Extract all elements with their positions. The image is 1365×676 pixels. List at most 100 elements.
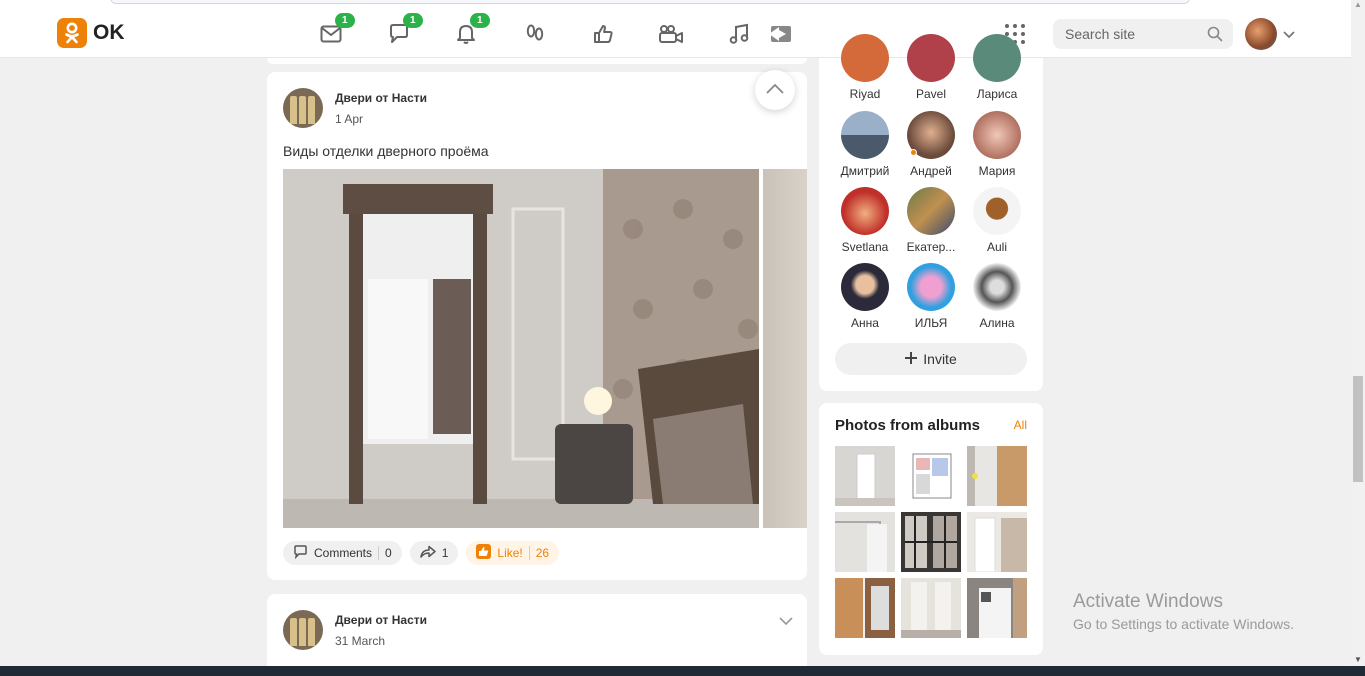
windows-taskbar [0, 666, 1365, 676]
post-actions: Comments 0 1 Like! 26 [283, 541, 560, 565]
album-thumb[interactable] [901, 446, 961, 506]
comment-icon [293, 544, 308, 562]
top-header: OK 1 1 1 [0, 8, 1351, 58]
user-avatar[interactable] [1245, 18, 1277, 50]
friend-avatar [907, 34, 955, 82]
scroll-down-arrow-icon[interactable]: ▼ [1354, 655, 1362, 664]
friend-item[interactable]: Дмитрий [832, 111, 898, 178]
friend-name: Андрей [910, 164, 952, 178]
feed-post: Двери от Насти 31 March [267, 594, 807, 674]
online-indicator [910, 149, 917, 156]
friend-avatar [907, 111, 955, 159]
friend-name: Дмитрий [840, 164, 890, 178]
album-thumb[interactable] [835, 446, 895, 506]
guests-icon[interactable] [521, 20, 549, 48]
albums-all-link[interactable]: All [1014, 418, 1027, 432]
friend-item[interactable]: ИЛЬЯ [898, 263, 964, 330]
friend-name: Алина [979, 316, 1015, 330]
author-avatar[interactable] [283, 610, 323, 650]
activate-subtitle: Go to Settings to activate Windows. [1073, 616, 1294, 632]
friend-item[interactable]: Auli [964, 187, 1030, 254]
comments-label: Comments [314, 546, 373, 560]
friend-avatar [907, 187, 955, 235]
chevron-down-icon[interactable] [1283, 26, 1295, 44]
friend-item[interactable]: Pavel [898, 34, 964, 101]
collapse-button[interactable] [755, 70, 795, 110]
album-thumb[interactable] [835, 512, 895, 572]
share-button[interactable]: 1 [409, 541, 459, 565]
friend-item[interactable]: Анна [832, 263, 898, 330]
friend-name: Екатер... [906, 240, 956, 254]
previous-post-bottom [267, 58, 807, 64]
friend-name: Svetlana [841, 240, 889, 254]
messages-icon[interactable]: 1 [317, 13, 355, 48]
friend-name: Pavel [915, 87, 947, 101]
post-author[interactable]: Двери от Насти [335, 91, 427, 105]
author-avatar[interactable] [283, 88, 323, 128]
friend-name: ИЛЬЯ [914, 316, 948, 330]
post-date[interactable]: 1 Apr [335, 112, 363, 126]
friend-item[interactable]: Андрей [898, 111, 964, 178]
friend-item[interactable]: Лариса [964, 34, 1030, 101]
friend-item[interactable]: Екатер... [898, 187, 964, 254]
video-icon[interactable] [657, 20, 685, 48]
notifications-badge: 1 [470, 13, 490, 28]
friend-item[interactable]: Мария [964, 111, 1030, 178]
plus-icon [905, 351, 918, 367]
like-label: Like! [497, 546, 523, 560]
discussions-badge: 1 [403, 13, 423, 28]
post-photo-next[interactable] [763, 169, 807, 528]
album-thumb[interactable] [967, 446, 1027, 506]
friend-avatar [841, 34, 889, 82]
invite-button[interactable]: Invite [835, 343, 1027, 375]
invite-label: Invite [923, 351, 957, 367]
albums-title: Photos from albums [835, 417, 981, 434]
like-button[interactable]: Like! 26 [466, 541, 560, 565]
activate-windows-watermark: Activate Windows Go to Settings to activ… [1073, 591, 1294, 632]
albums-card: Photos from albums All [819, 403, 1043, 655]
friend-item[interactable]: Алина [964, 263, 1030, 330]
ok-logo-icon [57, 18, 87, 48]
search-input[interactable] [1065, 26, 1195, 42]
search-icon[interactable] [1207, 26, 1223, 47]
album-thumb[interactable] [967, 512, 1027, 572]
friends-card: Riyad Pavel Лариса Дмитрий Андрей Мария … [819, 34, 1043, 391]
discussions-icon[interactable]: 1 [385, 13, 423, 48]
chevron-up-icon [766, 81, 784, 99]
scroll-thumb[interactable] [1353, 376, 1363, 482]
album-thumb[interactable] [901, 512, 961, 572]
friend-item[interactable]: Riyad [832, 34, 898, 101]
music-icon[interactable] [725, 20, 753, 48]
friend-avatar [841, 187, 889, 235]
notifications-icon[interactable]: 1 [452, 13, 490, 48]
friend-avatar [973, 111, 1021, 159]
album-thumb[interactable] [901, 578, 961, 638]
friend-item[interactable]: Svetlana [832, 187, 898, 254]
friend-name: Auli [986, 240, 1007, 254]
ratings-icon[interactable] [589, 20, 617, 48]
post-author[interactable]: Двери от Насти [335, 613, 427, 627]
scroll-up-arrow-icon[interactable]: ▲ [1354, 0, 1362, 9]
ok-logo[interactable]: OK [57, 18, 125, 48]
friend-avatar [841, 263, 889, 311]
album-thumb[interactable] [835, 578, 895, 638]
friend-name: Мария [978, 164, 1016, 178]
friend-avatar [973, 263, 1021, 311]
logo-text: OK [93, 21, 125, 44]
friend-avatar [841, 111, 889, 159]
play-icon[interactable] [766, 20, 794, 48]
post-photo-interior[interactable] [283, 169, 759, 528]
search-box[interactable] [1053, 19, 1233, 49]
comments-button[interactable]: Comments 0 [283, 541, 402, 565]
post-date[interactable]: 31 March [335, 634, 385, 648]
friend-avatar [973, 187, 1021, 235]
friend-name: Лариса [976, 87, 1018, 101]
likes-count: 26 [535, 546, 550, 560]
friend-name: Анна [851, 316, 879, 330]
comments-count: 0 [385, 546, 392, 560]
chevron-down-icon[interactable] [779, 612, 793, 630]
share-icon [419, 545, 436, 561]
friend-avatar [907, 263, 955, 311]
album-thumb[interactable] [967, 578, 1027, 638]
page-scrollbar[interactable]: ▲ ▼ [1351, 0, 1365, 666]
